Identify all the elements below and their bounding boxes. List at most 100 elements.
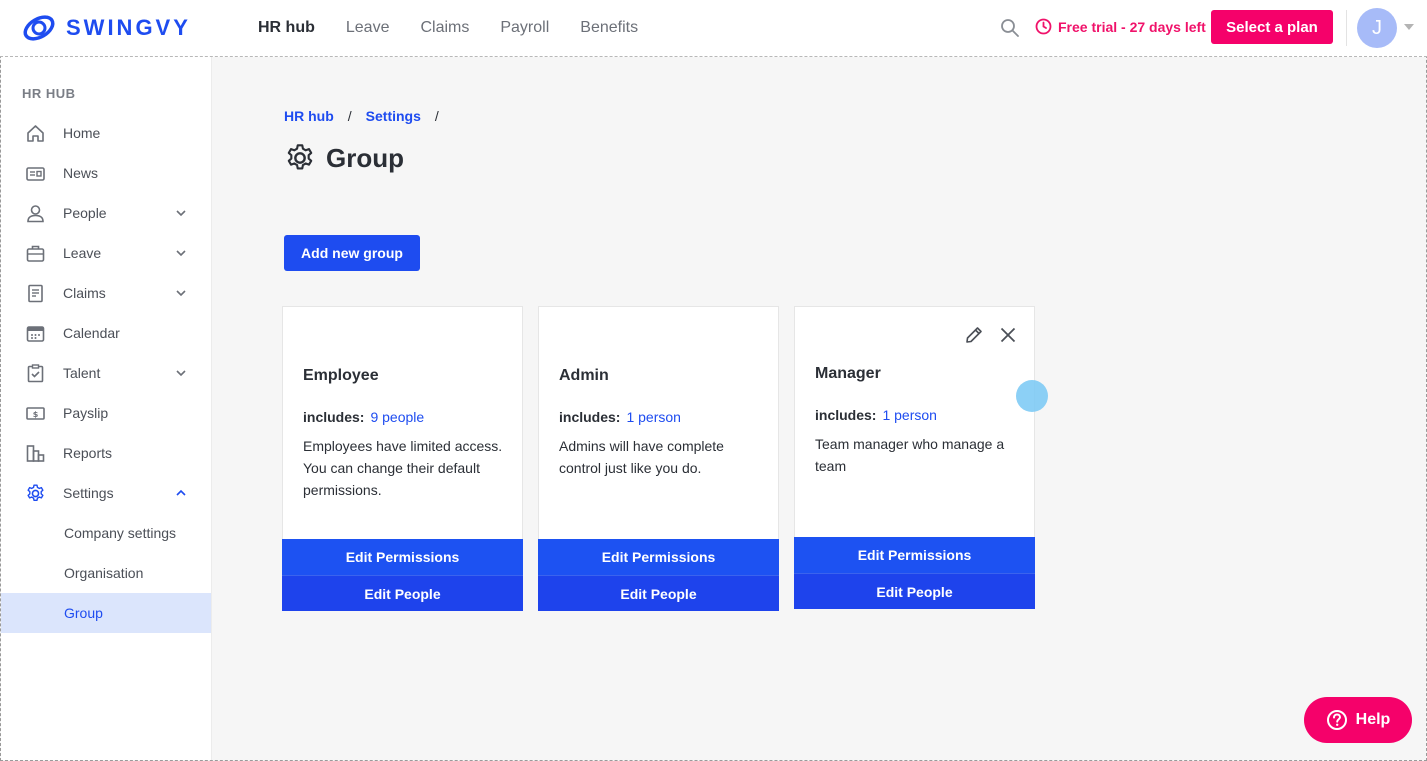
breadcrumb-hr-hub[interactable]: HR hub: [284, 108, 334, 124]
sidebar-item-label: Settings: [63, 485, 114, 501]
sidebar-subitem-organisation[interactable]: Organisation: [1, 553, 211, 593]
nav-claims[interactable]: Claims: [420, 19, 469, 37]
sidebar-item-news[interactable]: News: [1, 153, 211, 193]
add-new-group-button[interactable]: Add new group: [284, 235, 420, 271]
sidebar-item-reports[interactable]: Reports: [1, 433, 211, 473]
pencil-icon[interactable]: [964, 325, 984, 345]
edit-people-button[interactable]: Edit People: [794, 573, 1035, 609]
clock-icon: [1035, 18, 1052, 35]
nav-payroll[interactable]: Payroll: [500, 19, 549, 37]
nav-benefits[interactable]: Benefits: [580, 19, 638, 37]
sidebar-item-label: People: [63, 205, 107, 221]
svg-text:$: $: [33, 410, 39, 419]
chevron-down-icon: [176, 250, 186, 257]
sidebar-subitem-label: Organisation: [64, 565, 144, 581]
group-member-count-link[interactable]: 1 person: [626, 409, 680, 425]
free-trial-indicator[interactable]: Free trial - 27 days left: [1035, 18, 1206, 35]
edit-permissions-button[interactable]: Edit Permissions: [538, 539, 779, 575]
money-icon: $: [26, 406, 45, 420]
group-includes: includes: 9 people: [303, 409, 424, 425]
chevron-down-icon: [176, 290, 186, 297]
top-navigation-bar: SWINGVY HR hub Leave Claims Payroll Bene…: [0, 0, 1427, 57]
sidebar-item-settings[interactable]: Settings: [1, 473, 211, 513]
group-includes: includes: 1 person: [559, 409, 681, 425]
gear-icon: [27, 483, 44, 501]
chevron-down-icon: [176, 210, 186, 217]
sidebar-item-label: Reports: [63, 445, 113, 461]
breadcrumb: HR hub / Settings /: [284, 108, 439, 124]
group-description: Employees have limited access. You can c…: [303, 438, 503, 498]
card-actions: [964, 325, 1018, 345]
sidebar-subitem-group[interactable]: Group: [1, 593, 211, 633]
group-member-count-link[interactable]: 9 people: [370, 409, 424, 425]
group-includes: includes: 1 person: [815, 407, 937, 423]
clipboard-icon: [27, 363, 44, 382]
sidebar-item-label: Talent: [63, 365, 101, 381]
sidebar-item-label: Payslip: [63, 405, 109, 421]
page-title: Group: [284, 142, 404, 174]
edit-people-button[interactable]: Edit People: [282, 575, 523, 611]
gear-icon: [287, 144, 313, 170]
swingvy-logo[interactable]: SWINGVY: [22, 12, 191, 44]
sidebar-heading: HR HUB: [22, 86, 76, 101]
edit-people-button[interactable]: Edit People: [538, 575, 779, 611]
avatar[interactable]: J: [1357, 8, 1397, 48]
sidebar-subitem-label: Group: [64, 605, 103, 621]
sidebar-item-label: News: [63, 165, 99, 181]
help-button[interactable]: Help: [1304, 697, 1412, 743]
person-icon: [27, 204, 44, 222]
question-icon: [1326, 710, 1347, 730]
sidebar-item-label: Claims: [63, 285, 106, 301]
sidebar-item-calendar[interactable]: Calendar: [1, 313, 211, 353]
swingvy-logo-icon: [23, 15, 55, 41]
help-label: Help: [1355, 711, 1391, 728]
sidebar-item-label: Leave: [63, 245, 102, 261]
topbar-divider: [1346, 10, 1347, 46]
edit-permissions-button[interactable]: Edit Permissions: [282, 539, 523, 575]
includes-label: includes:: [815, 407, 877, 423]
group-name: Admin: [559, 367, 609, 384]
group-member-count-link[interactable]: 1 person: [882, 407, 936, 423]
nav-hr-hub[interactable]: HR hub: [258, 19, 315, 37]
trial-text: Free trial - 27 days left: [1058, 18, 1206, 35]
breadcrumb-settings[interactable]: Settings: [366, 108, 421, 124]
sidebar-item-home[interactable]: Home: [1, 113, 211, 153]
briefcase-icon: [26, 245, 45, 262]
sidebar-item-label: Calendar: [63, 325, 120, 341]
search-icon[interactable]: [1000, 18, 1020, 38]
group-description: Team manager who manage a team: [815, 436, 1005, 474]
sidebar-item-leave[interactable]: Leave: [1, 233, 211, 273]
sidebar-subitem-company-settings[interactable]: Company settings: [1, 513, 211, 553]
group-card-employee: Employee includes: 9 people Employees hav…: [282, 306, 523, 611]
includes-label: includes:: [559, 409, 621, 425]
chevron-down-icon: [176, 370, 186, 377]
brand-name: SWINGVY: [66, 15, 191, 40]
nav-leave[interactable]: Leave: [346, 19, 390, 37]
calendar-icon: [26, 325, 45, 342]
sidebar-item-people[interactable]: People: [1, 193, 211, 233]
sidebar-item-label: Home: [63, 125, 101, 141]
includes-label: includes:: [303, 409, 365, 425]
news-icon: [26, 166, 45, 181]
sidebar-item-talent[interactable]: Talent: [1, 353, 211, 393]
sidebar-item-payslip[interactable]: $ Payslip: [1, 393, 211, 433]
group-name: Employee: [303, 367, 379, 384]
sidebar-item-claims[interactable]: Claims: [1, 273, 211, 313]
breadcrumb-separator: /: [347, 108, 352, 124]
close-icon[interactable]: [998, 325, 1018, 345]
sidebar-subitem-label: Company settings: [64, 525, 177, 541]
home-icon: [27, 124, 44, 142]
main-nav: HR hub Leave Claims Payroll Benefits: [258, 0, 638, 56]
chevron-down-icon[interactable]: [1404, 24, 1414, 30]
chevron-up-icon: [176, 489, 186, 496]
group-description: Admins will have complete control just l…: [559, 438, 724, 476]
select-plan-button[interactable]: Select a plan: [1211, 10, 1333, 44]
reports-icon: [26, 444, 45, 462]
receipt-icon: [28, 284, 43, 302]
cursor-indicator: [1016, 380, 1048, 412]
group-card-manager: Manager includes: 1 person Team manager w…: [794, 306, 1035, 609]
sidebar: HR HUB Home News People Leave Claims Cal…: [1, 57, 212, 760]
breadcrumb-separator: /: [434, 108, 439, 124]
edit-permissions-button[interactable]: Edit Permissions: [794, 537, 1035, 573]
group-card-admin: Admin includes: 1 person Admins will have…: [538, 306, 779, 611]
